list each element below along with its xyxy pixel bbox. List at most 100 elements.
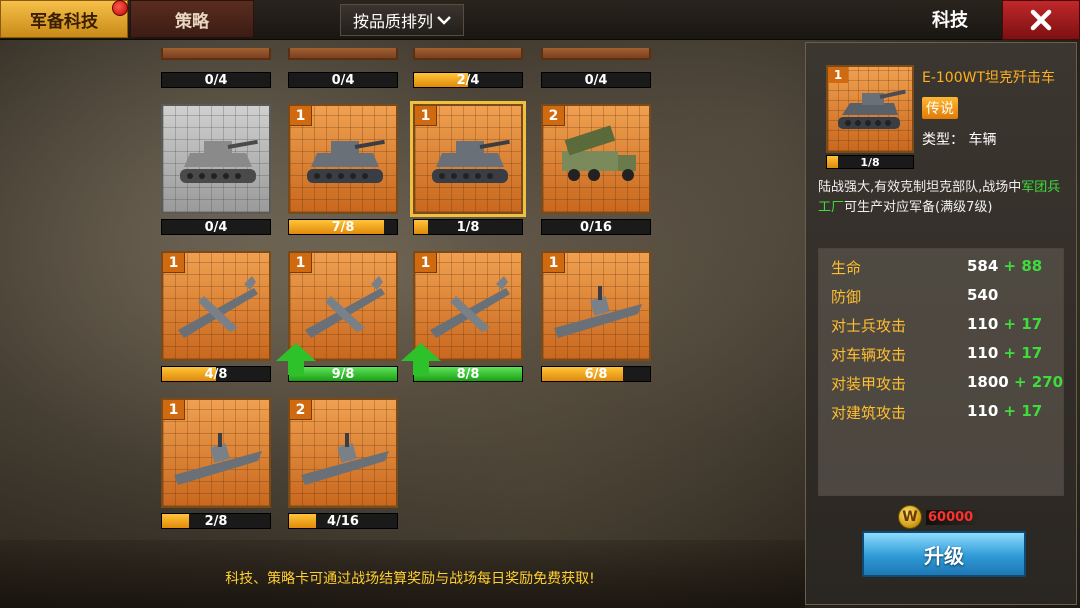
stat-bonus: + 17 bbox=[1003, 315, 1043, 333]
card-progress-bar: 6/8 bbox=[541, 366, 651, 382]
stat-bonus: + 17 bbox=[1003, 344, 1043, 362]
progress-fill bbox=[542, 367, 623, 381]
stat-base: 110 bbox=[967, 315, 999, 333]
stat-base: 110 bbox=[967, 344, 999, 362]
close-button[interactable] bbox=[1002, 0, 1080, 40]
unit-type: 类型： 车辆 bbox=[922, 132, 997, 148]
stat-base: 1800 bbox=[967, 373, 1009, 391]
tank-icon bbox=[163, 106, 269, 212]
sort-label: 按品质排列 bbox=[352, 12, 433, 31]
level-badge: 1 bbox=[290, 106, 312, 126]
level-badge: 1 bbox=[163, 400, 185, 420]
level-badge: 1 bbox=[163, 253, 185, 273]
rarity-badge: 传说 bbox=[922, 97, 958, 119]
card-progress-bar: 2/4 bbox=[413, 72, 523, 88]
stat-label: 对装甲攻击 bbox=[831, 375, 907, 393]
panel-title: 科技 bbox=[932, 10, 968, 31]
detail-panel: 1 1/8 E-100WT坦克歼击车 传说 类型： 车辆 陆战强大,有效克制坦克… bbox=[805, 42, 1077, 605]
stat-row: 对装甲攻击 1800 + 270 bbox=[819, 373, 1065, 395]
progress-fill bbox=[289, 514, 316, 528]
stat-label: 对建筑攻击 bbox=[831, 404, 907, 422]
notification-dot bbox=[112, 0, 128, 16]
stat-row: 对建筑攻击 110 + 17 bbox=[819, 402, 1065, 424]
tech-card-e100-tank-destroyer[interactable]: 1 bbox=[410, 101, 526, 217]
progress-text: 4/16 bbox=[327, 513, 359, 529]
stat-value: 110 + 17 bbox=[967, 344, 1042, 362]
desc-part-2: 可生产对应军备(满级7级) bbox=[844, 200, 993, 215]
card-progress-bar: 4/8 bbox=[161, 366, 271, 382]
tech-card-bomber-1[interactable]: 1 bbox=[161, 251, 271, 361]
progress-text: 2/8 bbox=[204, 513, 228, 529]
level-badge: 1 bbox=[543, 253, 565, 273]
progress-text: 7/8 bbox=[331, 219, 355, 235]
progress-text: 0/4 bbox=[584, 72, 608, 88]
stat-value: 1800 + 270 bbox=[967, 373, 1063, 391]
tip-text: 科技、策略卡可通过战场结算奖励与战场每日奖励免费获取! bbox=[225, 571, 595, 587]
stat-label: 对士兵攻击 bbox=[831, 317, 907, 335]
stat-base: 584 bbox=[967, 257, 999, 275]
stat-value: 584 + 88 bbox=[967, 257, 1042, 275]
partial-card[interactable] bbox=[288, 48, 398, 60]
tech-card-heavy-tank-grey[interactable] bbox=[161, 104, 271, 214]
progress-text: 0/4 bbox=[204, 219, 228, 235]
upgrade-arrow-icon bbox=[276, 343, 316, 361]
progress-text: 4/8 bbox=[204, 366, 228, 382]
tech-card-maus-tank[interactable]: 1 bbox=[288, 104, 398, 214]
card-progress-bar: 2/8 bbox=[161, 513, 271, 529]
stat-row: 对士兵攻击 110 + 17 bbox=[819, 315, 1065, 337]
tab-armament-tech[interactable]: 军备科技 bbox=[0, 0, 128, 38]
card-progress-bar: 0/4 bbox=[161, 219, 271, 235]
progress-text: 6/8 bbox=[584, 366, 608, 382]
upgrade-button[interactable]: 升级 bbox=[862, 531, 1026, 577]
tech-card-rocket-truck[interactable]: 2 bbox=[541, 104, 651, 214]
detail-progress-bar: 1/8 bbox=[826, 155, 914, 169]
detail-progress-fill bbox=[827, 156, 838, 168]
upgrade-arrow-stem bbox=[413, 361, 429, 375]
detail-progress-text: 1/8 bbox=[860, 155, 880, 169]
level-badge: 1 bbox=[415, 106, 437, 126]
card-progress-bar: 0/4 bbox=[541, 72, 651, 88]
card-progress-bar: 4/16 bbox=[288, 513, 398, 529]
stat-row: 对车辆攻击 110 + 17 bbox=[819, 344, 1065, 366]
progress-text: 0/4 bbox=[204, 72, 228, 88]
desc-part-1: 陆战强大,有效克制坦克部队,战场中 bbox=[818, 180, 1022, 195]
progress-text: 2/4 bbox=[456, 72, 480, 88]
stat-row: 生命 584 + 88 bbox=[819, 257, 1065, 279]
partial-card[interactable] bbox=[413, 48, 523, 60]
sort-dropdown[interactable]: 按品质排列 bbox=[340, 4, 464, 36]
level-badge: 2 bbox=[543, 106, 565, 126]
tech-card-aircraft-carrier[interactable]: 2 bbox=[288, 398, 398, 508]
card-progress-bar: 7/8 bbox=[288, 219, 398, 235]
upgrade-arrow-icon bbox=[401, 343, 441, 361]
cost-value: 60000 bbox=[926, 509, 982, 525]
tech-card-battleship[interactable]: 1 bbox=[541, 251, 651, 361]
upgrade-cost: W 60000 bbox=[898, 505, 998, 529]
stat-value: 540 bbox=[967, 286, 998, 304]
stat-bonus: + 270 bbox=[1013, 373, 1064, 391]
card-progress-bar: 8/8 bbox=[413, 366, 523, 382]
chevron-down-icon bbox=[437, 16, 451, 25]
progress-fill bbox=[162, 514, 189, 528]
close-icon bbox=[1030, 9, 1052, 31]
progress-text: 1/8 bbox=[456, 219, 480, 235]
coin-icon: W bbox=[898, 505, 922, 529]
stat-base: 540 bbox=[967, 286, 999, 304]
progress-text: 0/16 bbox=[580, 219, 612, 235]
tab-strategy[interactable]: 策略 bbox=[130, 0, 254, 38]
stat-bonus: + 17 bbox=[1003, 402, 1043, 420]
detail-unit-icon: 1 bbox=[826, 65, 914, 153]
card-progress-bar: 0/4 bbox=[161, 72, 271, 88]
progress-text: 8/8 bbox=[456, 366, 480, 382]
progress-text: 9/8 bbox=[331, 366, 355, 382]
unit-name: E-100WT坦克歼击车 bbox=[922, 70, 1056, 86]
card-progress-bar: 9/8 bbox=[288, 366, 398, 382]
partial-card[interactable] bbox=[541, 48, 651, 60]
tech-card-destroyer[interactable]: 1 bbox=[161, 398, 271, 508]
partial-card[interactable] bbox=[161, 48, 271, 60]
unit-description: 陆战强大,有效克制坦克部队,战场中军团兵工厂可生产对应军备(满级7级) bbox=[818, 178, 1072, 218]
stat-bonus: + 88 bbox=[1003, 257, 1043, 275]
stats-table: 生命 584 + 88 防御 540 对士兵攻击 110 + 17 对车辆攻击 110 + … bbox=[818, 248, 1064, 496]
stat-row: 防御 540 bbox=[819, 286, 1065, 308]
progress-text: 0/4 bbox=[331, 72, 355, 88]
progress-fill bbox=[414, 220, 428, 234]
